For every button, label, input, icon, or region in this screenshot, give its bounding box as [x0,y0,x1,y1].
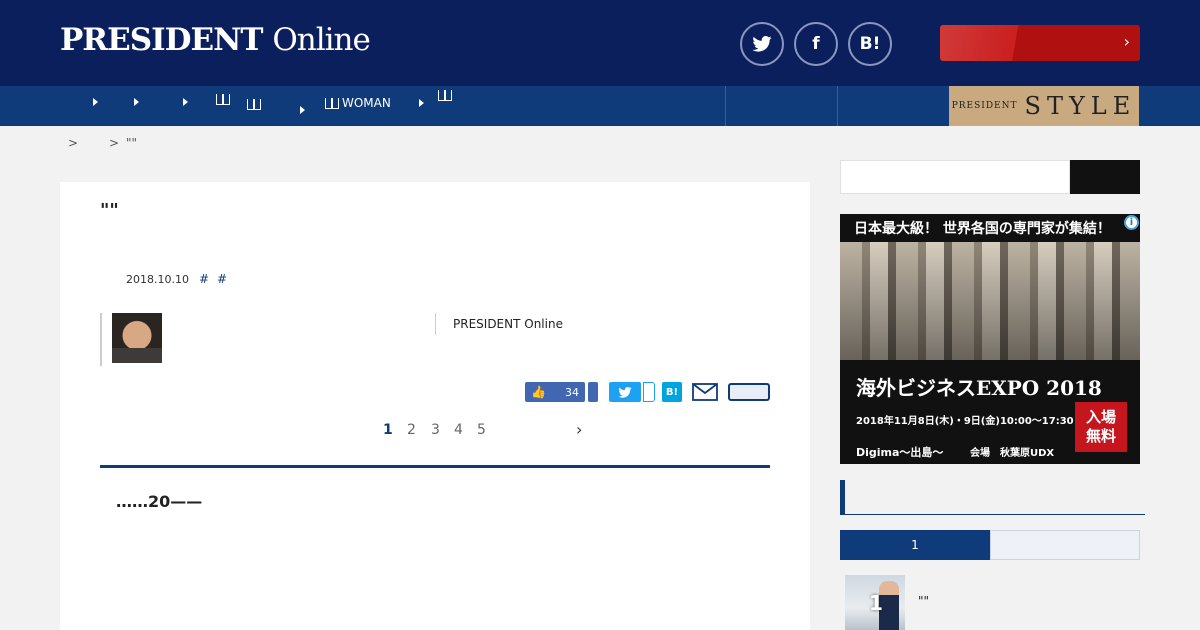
site-logo[interactable]: PRESIDENT Online [60,22,371,58]
logo-text: PRESIDENT [60,22,264,58]
book-icon [247,98,261,110]
badge-line: 入場 [1085,408,1116,427]
article-title: "" [100,200,119,221]
facebook-like-button[interactable]: 👍 34 [525,382,585,402]
ad-venue: 会場 秋葉原UDX [970,448,1055,459]
nav-item-2[interactable] [109,98,139,106]
logo-text-online: Online [272,22,371,58]
mail-share-button[interactable] [692,383,718,401]
article-tag[interactable]: # [217,272,227,286]
facebook-share-button[interactable]: f [794,22,838,66]
author-box-rule [100,313,104,366]
ad-title: 海外ビジネスEXPO 2018 [856,376,1102,400]
triangle-right-icon [418,99,424,107]
article-tag[interactable]: # [199,272,209,286]
twitter-icon [618,386,632,398]
ad-free-admission-badge: 入場 無料 [1075,402,1127,452]
twitter-share-button[interactable] [740,22,784,66]
like-count: 34 [565,385,579,399]
ad-info-icon[interactable]: i [1124,215,1139,230]
thumbs-up-icon: 👍 [531,385,546,399]
ranking-title[interactable]: "" [918,594,929,608]
breadcrumb-current: "" [126,136,138,150]
nav-item-5[interactable] [247,94,305,114]
page-link-3[interactable]: 3 [431,422,440,438]
triangle-right-icon [93,98,98,106]
hatena-bookmark-button[interactable]: B! [662,382,682,402]
president-style-banner[interactable]: PRESIDENT STYLE [949,86,1139,126]
nav-label: WOMAN [342,96,391,110]
chevron-right-icon: › [1123,32,1130,51]
mail-icon [692,383,718,401]
nav-divider [837,86,838,126]
author-source: PRESIDENT Online [453,317,563,331]
ranking-thumbnail[interactable]: 1 [845,575,905,630]
facebook-share-button[interactable] [588,382,598,402]
ad-footer: 海外ビジネスEXPO 2018 2018年11月8日(木)・9日(金)10:00… [840,360,1140,464]
author-avatar[interactable] [112,313,162,363]
style-banner-big: STYLE [1024,92,1137,120]
hatena-icon: B! [859,34,881,54]
hatena-icon: B! [665,386,679,398]
ranking-number: 1 [869,591,883,615]
book-icon [438,90,452,101]
ad-date: 2018年11月8日(木)・9日(金)10:00～17:30 [856,416,1074,427]
nav-item-woman[interactable]: WOMAN [325,96,424,110]
tweet-button[interactable] [609,382,641,402]
search-input[interactable] [840,160,1070,194]
ad-banner[interactable]: 日本最大級！ 世界各国の専門家が集結！ i 海外ビジネスEXPO 2018 20… [840,214,1140,464]
twitter-icon [752,36,772,52]
book-icon [216,94,230,105]
page-link-5[interactable]: 5 [477,422,486,438]
breadcrumb-separator: > [68,136,79,150]
ad-headline: 日本最大級！ 世界各国の専門家が集結！ [840,214,1140,242]
nav-item-7[interactable] [438,90,455,101]
article-date: 2018.10.10 [126,273,189,286]
chevron-right-icon[interactable]: › [576,420,582,439]
hatena-bookmark-button[interactable]: B! [848,22,892,66]
tweet-count-bubble [643,382,655,402]
badge-line: 無料 [1085,427,1116,445]
nav-item-3[interactable] [155,98,188,106]
style-banner-small: PRESIDENT [951,101,1018,111]
ad-brand: Digima～出島～ [856,446,944,459]
nav-item-4[interactable] [216,94,233,105]
page-link-1[interactable]: 1 [383,422,393,438]
article-divider [100,465,770,468]
save-article-button[interactable] [728,383,770,401]
ranking-heading [840,480,1145,515]
article-card: "" 2018.10.10 # # PRESIDENT Online 👍 34 … [60,182,810,630]
nav-divider [725,86,726,126]
ranking-tab-active[interactable]: 1 [840,530,990,560]
page-link-2[interactable]: 2 [407,422,416,438]
triangle-right-icon [134,98,139,106]
article-lead: ……20—— [116,492,203,511]
header-cta-button[interactable]: › [940,25,1140,61]
page-link-4[interactable]: 4 [454,422,463,438]
author-divider [435,313,436,335]
facebook-icon: f [812,34,820,54]
triangle-right-icon [183,98,188,106]
ad-photo [840,242,1140,360]
nav-item-1[interactable] [63,98,98,106]
ranking-tab-inactive[interactable] [990,530,1140,560]
breadcrumb-separator: > [109,136,120,150]
search-button[interactable] [1070,160,1140,194]
site-header: PRESIDENT Online f B! › [0,0,1200,86]
triangle-right-icon [300,106,305,114]
book-icon [325,97,339,109]
